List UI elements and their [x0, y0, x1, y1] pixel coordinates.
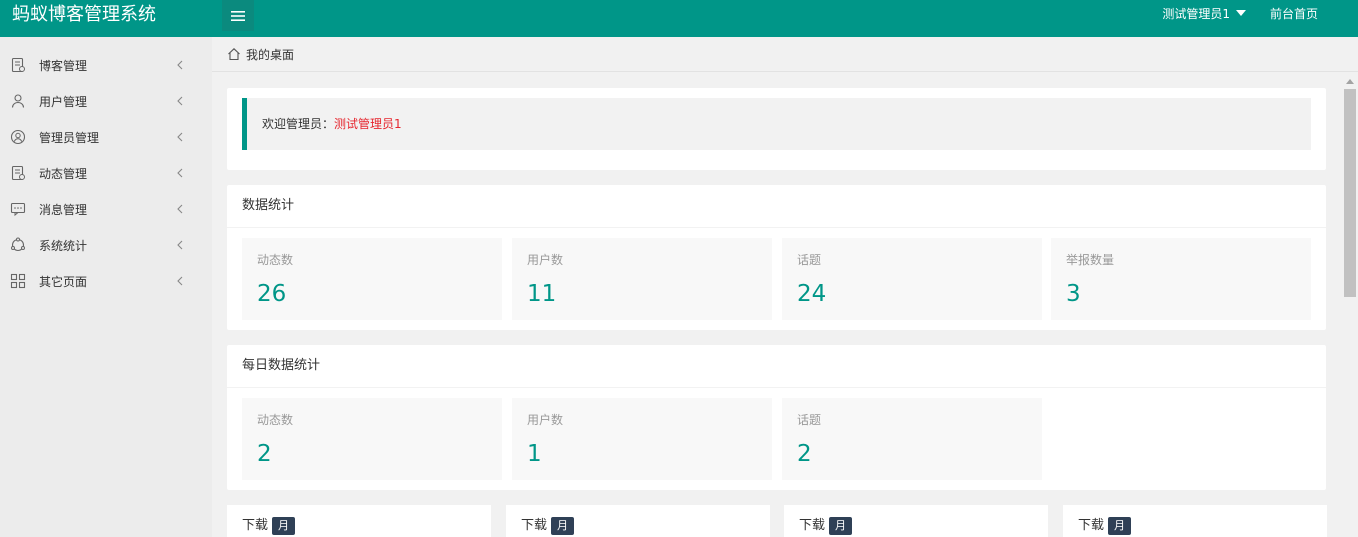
sidebar-item-dynamics[interactable]: 动态管理 — [0, 155, 212, 191]
document-icon — [10, 57, 26, 73]
stat-tile[interactable]: 用户数 1 — [512, 398, 772, 480]
breadcrumb-current[interactable]: 我的桌面 — [246, 47, 294, 63]
sidebar-item-messages[interactable]: 消息管理 — [0, 191, 212, 227]
breadcrumb: 我的桌面 — [212, 37, 1358, 72]
sidebar-item-label: 用户管理 — [39, 95, 88, 109]
stat-label: 用户数 — [527, 413, 564, 427]
download-label: 下载 — [1078, 518, 1105, 533]
stat-tile[interactable]: 动态数 26 — [242, 238, 502, 320]
stat-label: 动态数 — [257, 253, 294, 267]
sidebar-item-users[interactable]: 用户管理 — [0, 83, 212, 119]
sidebar-item-label: 其它页面 — [39, 275, 88, 289]
caret-down-icon — [1236, 10, 1246, 16]
sidebar-item-blog[interactable]: 博客管理 — [0, 47, 212, 83]
welcome-prefix: 欢迎管理员： — [262, 117, 335, 131]
download-card: 下载月 — [784, 505, 1048, 537]
sidebar-item-label: 消息管理 — [39, 203, 88, 217]
sidebar-item-label: 博客管理 — [39, 59, 88, 73]
welcome-admin-name: 测试管理员1 — [334, 117, 402, 131]
stat-value: 2 — [257, 441, 272, 467]
stat-value: 11 — [527, 281, 557, 307]
stats-title: 数据统计 — [242, 198, 295, 213]
user-circle-icon — [10, 129, 26, 145]
stat-value: 3 — [1066, 281, 1081, 307]
stat-value: 24 — [797, 281, 827, 307]
download-title: 下载月 — [799, 517, 853, 535]
period-badge: 月 — [1108, 517, 1132, 535]
download-label: 下载 — [242, 518, 269, 533]
chevron-left-icon — [177, 204, 183, 214]
menu-toggle-button[interactable] — [222, 0, 254, 31]
chevron-left-icon — [177, 168, 183, 178]
sidebar-item-statistics[interactable]: 系统统计 — [0, 227, 212, 263]
divider — [227, 227, 1326, 228]
scroll-up-arrow-icon[interactable] — [1346, 79, 1354, 84]
message-icon — [10, 201, 26, 217]
period-badge: 月 — [551, 517, 575, 535]
welcome-card: 欢迎管理员：测试管理员1 — [227, 88, 1326, 170]
stat-label: 话题 — [797, 253, 822, 267]
stat-tile[interactable]: 举报数量 3 — [1051, 238, 1311, 320]
stat-label: 话题 — [797, 413, 822, 427]
period-badge: 月 — [272, 517, 296, 535]
download-label: 下载 — [799, 518, 826, 533]
user-icon — [10, 93, 26, 109]
stat-tile[interactable]: 用户数 11 — [512, 238, 772, 320]
stat-value: 1 — [527, 441, 542, 467]
stat-value: 2 — [797, 441, 812, 467]
stat-value: 26 — [257, 281, 287, 307]
daily-stats-title: 每日数据统计 — [242, 358, 321, 373]
download-title: 下载月 — [242, 517, 296, 535]
welcome-text: 欢迎管理员：测试管理员1 — [262, 116, 402, 132]
download-card: 下载月 — [1063, 505, 1327, 537]
chevron-left-icon — [177, 132, 183, 142]
stat-label: 举报数量 — [1066, 253, 1115, 267]
download-card: 下载月 — [506, 505, 770, 537]
download-title: 下载月 — [1078, 517, 1132, 535]
scrollbar-thumb[interactable] — [1344, 89, 1356, 297]
daily-stats-card: 每日数据统计 动态数 2 用户数 1 话题 2 — [227, 345, 1326, 490]
document-icon — [10, 165, 26, 181]
top-header: 蚂蚁博客管理系统 测试管理员1 前台首页 — [0, 0, 1358, 37]
hamburger-icon — [231, 10, 245, 21]
user-menu[interactable]: 测试管理员1 — [1162, 6, 1246, 22]
download-label: 下载 — [521, 518, 548, 533]
app-title: 蚂蚁博客管理系统 — [12, 4, 156, 25]
chevron-left-icon — [177, 276, 183, 286]
stat-tile[interactable]: 话题 2 — [782, 398, 1042, 480]
home-icon — [228, 48, 240, 61]
divider — [227, 387, 1326, 388]
stats-card: 数据统计 动态数 26 用户数 11 话题 24 举报数量 3 — [227, 185, 1326, 330]
chevron-left-icon — [177, 60, 183, 70]
chevron-left-icon — [177, 240, 183, 250]
user-name: 测试管理员1 — [1162, 7, 1230, 21]
sidebar-item-label: 动态管理 — [39, 167, 88, 181]
sidebar-item-label: 系统统计 — [39, 239, 88, 253]
stat-tile[interactable]: 话题 24 — [782, 238, 1042, 320]
stat-label: 动态数 — [257, 413, 294, 427]
stat-tile[interactable]: 动态数 2 — [242, 398, 502, 480]
sidebar-item-other-pages[interactable]: 其它页面 — [0, 263, 212, 299]
download-title: 下载月 — [521, 517, 575, 535]
vertical-scrollbar[interactable] — [1342, 73, 1358, 537]
sidebar-item-admins[interactable]: 管理员管理 — [0, 119, 212, 155]
sidebar: 博客管理 用户管理 管理员管理 动态管理 消息管理 系统统计 其它页面 — [0, 37, 212, 537]
main-content: 欢迎管理员：测试管理员1 数据统计 动态数 26 用户数 11 话题 24 举报… — [212, 73, 1342, 537]
period-badge: 月 — [829, 517, 853, 535]
front-home-link[interactable]: 前台首页 — [1270, 6, 1318, 22]
sidebar-item-label: 管理员管理 — [39, 131, 100, 145]
grid-icon — [10, 273, 26, 289]
stat-label: 用户数 — [527, 253, 564, 267]
chevron-left-icon — [177, 96, 183, 106]
download-card: 下载月 — [227, 505, 491, 537]
chart-icon — [10, 237, 26, 253]
welcome-banner: 欢迎管理员：测试管理员1 — [242, 98, 1311, 150]
